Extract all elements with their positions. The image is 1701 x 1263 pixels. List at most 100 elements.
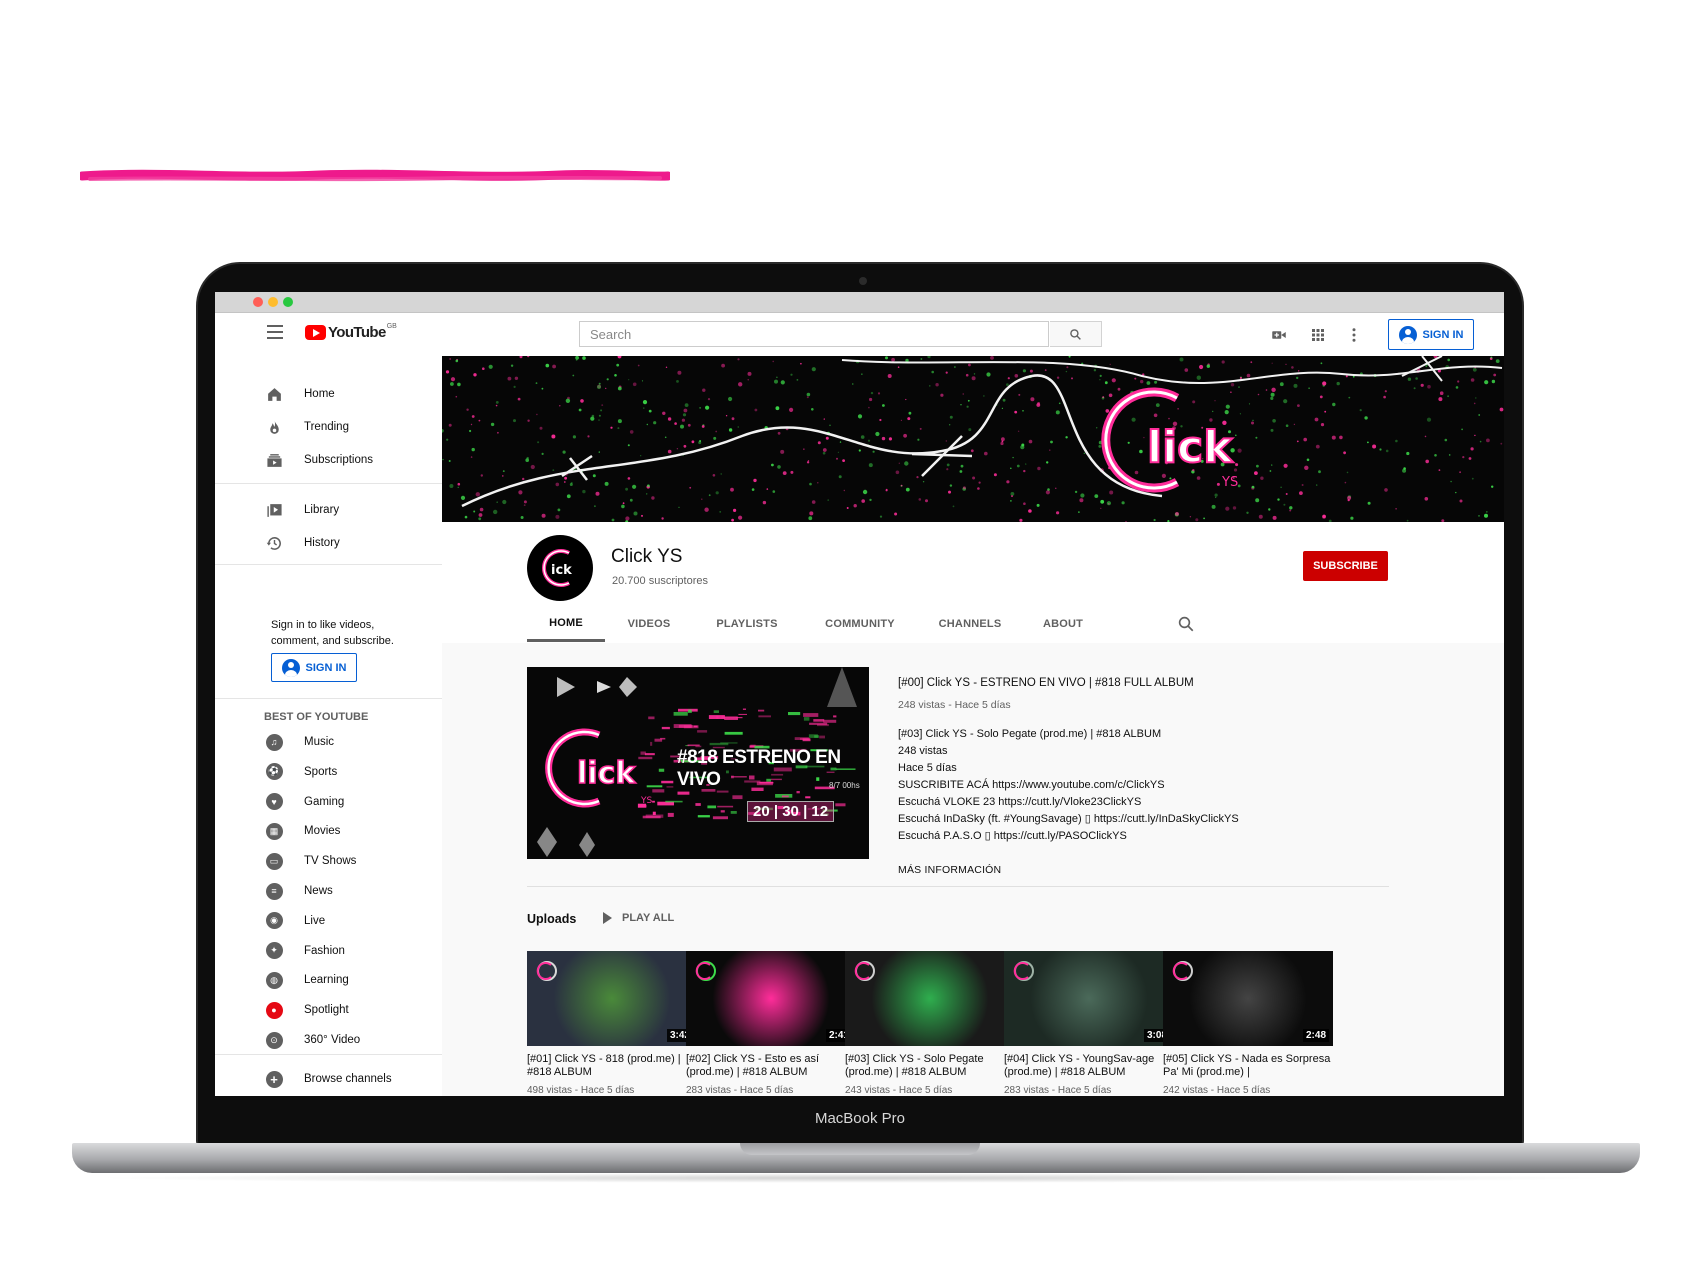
channel-search-icon[interactable] [1177,615,1195,633]
upload-video-card[interactable]: 3:08 [#04] Click YS - YoungSav-age (prod.… [1004,951,1174,1096]
svg-text:lick: lick [577,756,636,791]
featured-video-thumbnail[interactable]: lick YS #818 ESTRENO EN VIVO 8/7 00hs 20… [527,667,869,859]
description-line: Escuchá InDaSky (ft. #YoungSavage) ▯ htt… [898,813,1239,825]
featured-video-title[interactable]: [#00] Click YS - ESTRENO EN VIVO | #818 … [898,677,1194,689]
tv-icon: ▭ [265,852,283,870]
video-camera-icon[interactable] [1270,326,1288,344]
video-title[interactable]: [#01] Click YS - 818 (prod.me) | #818 AL… [527,1053,697,1079]
laptop-notch [740,1143,980,1155]
search-input[interactable] [580,322,1047,346]
gaming-icon: ♥ [265,793,283,811]
sidebar-item-live[interactable]: ◉ Live [215,905,442,937]
window-close-button[interactable] [253,297,263,307]
tab-about[interactable]: ABOUT [1024,606,1102,642]
uploads-heading[interactable]: Uploads [527,912,576,926]
channel-avatar[interactable]: ick [527,535,593,601]
tab-videos[interactable]: VIDEOS [610,606,688,642]
sidebar-item-label: Sports [304,765,338,778]
live-icon: ◉ [265,912,283,930]
sidebar-item-sports[interactable]: ⚽ Sports [215,756,442,788]
sidebar-item-history[interactable]: History [215,527,442,559]
sidebar-signin-button[interactable]: SIGN IN [271,653,357,682]
sidebar-item-360-video[interactable]: ⊙ 360° Video [215,1024,442,1056]
sidebar-item-movies[interactable]: ▦ Movies [215,815,442,847]
signin-label: SIGN IN [305,661,347,674]
upload-video-card[interactable]: 2:41 [#02] Click YS - Esto es así (prod.m… [686,951,856,1096]
sidebar-item-trending[interactable]: Trending [215,411,442,443]
sidebar-item-library[interactable]: Library [215,494,442,526]
featured-video-meta: 248 vistas - Hace 5 días [898,699,1011,711]
upload-video-card[interactable]: 3:42 [#01] Click YS - 818 (prod.me) | #81… [527,951,697,1096]
sidebar-item-news[interactable]: ≡ News [215,875,442,907]
description-line: [#03] Click YS - Solo Pegate (prod.me) |… [898,728,1162,740]
device-label: MacBook Pro [814,1110,906,1127]
channel-header: ick Click YS 20.700 suscriptores SUBSCRI… [442,522,1504,643]
tab-channels[interactable]: CHANNELS [920,606,1020,642]
apps-grid-icon[interactable] [1309,326,1327,344]
sidebar-item-gaming[interactable]: ♥ Gaming [215,786,442,818]
more-info-link[interactable]: MÁS INFORMACIÓN [898,864,1001,876]
history-icon [265,534,283,552]
subscriber-count: 20.700 suscriptores [612,575,708,587]
thumbnail-art [854,961,875,981]
search-box [579,321,1049,347]
video-title[interactable]: [#03] Click YS - Solo Pegate (prod.me) |… [845,1053,1015,1079]
more-vert-icon[interactable] [1345,326,1363,344]
tab-community[interactable]: COMMUNITY [805,606,915,642]
signin-button[interactable]: SIGN IN [1388,319,1474,350]
flame-icon [265,418,283,436]
video-thumbnail[interactable]: 3:08 [1004,951,1174,1046]
video-thumbnail[interactable]: 3:42 [527,951,697,1046]
sidebar-item-subscriptions[interactable]: Subscriptions [215,444,442,476]
sidebar-item-tv-shows[interactable]: ▭ TV Shows [215,845,442,877]
window-minimize-button[interactable] [268,297,278,307]
sidebar-item-music[interactable]: ♫ Music [215,726,442,758]
sidebar-item-home[interactable]: Home [215,378,442,410]
sidebar: Home Trending Subscriptions Library Hist… [215,356,442,1096]
account-icon [1398,325,1417,344]
video-title[interactable]: [#05] Click YS - Nada es Sorpresa Pa' Mi… [1163,1053,1333,1079]
upload-video-card[interactable]: 2:48 [#05] Click YS - Nada es Sorpresa Pa… [1163,951,1333,1096]
video-meta: 242 vistas - Hace 5 días [1163,1085,1271,1096]
banner-art: lick YS [442,356,1504,522]
video-thumbnail[interactable] [845,951,1015,1046]
webcam [859,277,867,285]
video-title[interactable]: [#04] Click YS - YoungSav-age (prod.me) … [1004,1053,1174,1079]
featured-thumb-time: 8/7 00hs [829,781,860,790]
sidebar-divider [215,698,442,699]
description-line: SUSCRIBITE ACÁ https://www.youtube.com/c… [898,779,1165,791]
tab-playlists[interactable]: PLAYLISTS [695,606,799,642]
youtube-wordmark: YouTube [328,324,386,341]
spotlight-icon: ● [265,1001,283,1019]
menu-icon[interactable] [267,325,283,339]
sidebar-item-label: Library [304,504,340,516]
upload-video-card[interactable]: [#03] Click YS - Solo Pegate (prod.me) |… [845,951,1015,1096]
description-line: Escuchá P.A.S.O ▯ https://cutt.ly/PASOCl… [898,830,1127,842]
play-all-button[interactable]: PLAY ALL [603,912,674,924]
sidebar-divider [215,483,442,484]
video-title[interactable]: [#02] Click YS - Esto es así (prod.me) |… [686,1053,856,1079]
sports-icon: ⚽ [265,763,283,781]
sidebar-divider [215,1054,442,1055]
sidebar-item-label: Music [304,736,335,748]
svg-text:lick: lick [1147,422,1234,473]
youtube-topbar: YouTube GB SIGN IN [215,313,1504,356]
sidebar-item-spotlight[interactable]: ● Spotlight [215,994,442,1026]
sidebar-item-fashion[interactable]: ✦ Fashion [215,935,442,967]
sidebar-item-label: TV Shows [304,855,357,868]
sidebar-item-learning[interactable]: ◍ Learning [215,964,442,996]
video-thumbnail[interactable]: 2:41 [686,951,856,1046]
home-icon [265,385,283,403]
youtube-logo[interactable]: YouTube GB [305,323,397,341]
sidebar-item-label: Browse channels [304,1073,392,1085]
vr-icon: ⊙ [265,1031,283,1049]
description-line: 248 vistas [898,745,948,757]
window-maximize-button[interactable] [283,297,293,307]
subscribe-button[interactable]: SUBSCRIBE [1303,551,1388,581]
sidebar-item-browse-channels[interactable]: + Browse channels [215,1063,442,1095]
search-button[interactable] [1050,321,1102,347]
video-thumbnail[interactable]: 2:48 [1163,951,1333,1046]
video-meta: 498 vistas - Hace 5 días [527,1085,635,1096]
youtube-play-icon [305,325,326,340]
tab-home[interactable]: HOME [527,606,605,642]
